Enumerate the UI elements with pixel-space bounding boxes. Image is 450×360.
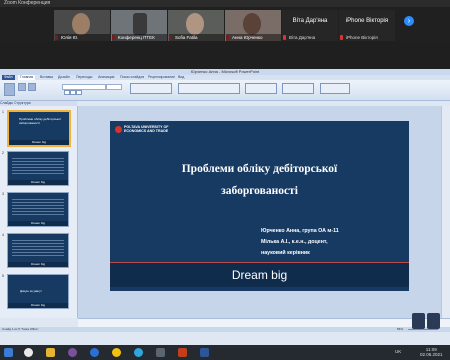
zoom-window-title: Zoom Конференция	[0, 0, 450, 7]
arrange-icon[interactable]	[245, 83, 277, 94]
font-size-field[interactable]	[106, 84, 122, 90]
zoom-slider[interactable]	[408, 329, 438, 330]
participant-display-name: iPhone Вікторія	[345, 18, 389, 24]
ribbon	[0, 80, 450, 101]
participant-video	[186, 13, 204, 35]
status-bar: Слайд 1 из 5 "Тема Office" 56%	[0, 327, 450, 332]
participant-video	[243, 13, 261, 35]
author-line: науковий керівник	[261, 250, 310, 256]
participant-tile[interactable]: Конференц ПТЕК	[111, 10, 167, 41]
slide-thumbnail[interactable]: Dream big	[7, 151, 69, 186]
find-replace-icon[interactable]	[320, 83, 350, 94]
participant-display-name: Віта Дар'яна	[292, 18, 328, 24]
word-icon[interactable]	[200, 348, 209, 357]
participant-name: Sofia Fatila	[169, 34, 224, 41]
quick-styles-icon[interactable]	[282, 83, 314, 94]
slide-title-line: заборгованості	[221, 185, 298, 197]
slide-thumbnail[interactable]: Проблеми обліку дебіторської заборговано…	[7, 110, 71, 147]
thumbnail-footer: Dream big	[8, 262, 68, 267]
thumbnail-title: Проблеми обліку дебіторської заборговано…	[19, 117, 61, 125]
university-name-line: ECONOMICS AND TRADE	[124, 129, 169, 134]
main-slide[interactable]: POLTAVA UNIVERSITY OF ECONOMICS AND TRAD…	[110, 121, 409, 291]
participant-video	[72, 13, 90, 35]
slide-number: 5	[2, 274, 4, 278]
new-slide-icon[interactable]	[18, 83, 26, 91]
slide-number: 4	[2, 233, 4, 237]
chrome-icon[interactable]	[112, 348, 121, 357]
fit-slide-icon[interactable]	[427, 313, 440, 329]
slide-title-line: Проблеми обліку дебіторської	[181, 163, 338, 175]
skype-icon[interactable]	[90, 348, 99, 357]
slide-authors[interactable]: Юрченко Анна, група ОА м-11 Мілька А.І.,…	[261, 226, 339, 259]
thumbnail-footer: Dream big	[8, 303, 68, 308]
thumbnail-text-lines	[12, 238, 64, 258]
participant-tile[interactable]: Sofia Fatila	[168, 10, 224, 41]
participant-name: Анна Юрченко	[226, 34, 281, 41]
participant-video	[133, 13, 147, 35]
thumbnail-footer: Dream big	[8, 180, 68, 185]
slide-number: 2	[2, 151, 4, 155]
slide-number: 3	[2, 192, 4, 196]
slide-slogan: Dream big	[231, 268, 288, 282]
thumbnail-text-lines	[12, 197, 64, 217]
status-text: Слайд 1 из 5 "Тема Office"	[2, 327, 39, 331]
paste-icon[interactable]	[4, 83, 15, 96]
slide-title[interactable]: Проблеми обліку дебіторської заборговано…	[110, 158, 409, 202]
participant-tile[interactable]: Віта Дар'яна Віта Дар'яна	[282, 10, 338, 41]
participant-name: Віта Дар'яна	[289, 35, 316, 40]
clock-date: 02.06.2021	[420, 352, 443, 357]
thumbnail-footer: Dream big	[8, 221, 68, 226]
paragraph-group[interactable]	[130, 83, 172, 94]
slide-thumbnail[interactable]: Dream big	[7, 233, 69, 268]
participant-name: Конференц ПТЕК	[112, 34, 167, 41]
windows-taskbar: UK 11:09 02.06.2021	[0, 345, 450, 360]
slide-thumbnails-panel[interactable]: 1 Проблеми обліку дебіторської заборгова…	[0, 106, 78, 318]
zoom-app-icon[interactable]	[156, 348, 165, 357]
participant-tile[interactable]: Юлія Ю.	[54, 10, 110, 41]
participant-name: Юлія Ю.	[55, 34, 110, 41]
folder-icon[interactable]	[46, 348, 55, 357]
telegram-icon[interactable]	[134, 348, 143, 357]
participant-name: iPhone Вікторія	[346, 35, 378, 40]
layout-icon[interactable]	[28, 83, 36, 91]
university-name: POLTAVA UNIVERSITY OF ECONOMICS AND TRAD…	[124, 125, 168, 133]
vertical-scrollbar[interactable]	[441, 106, 450, 318]
drawing-shapes[interactable]	[178, 83, 240, 94]
start-icon[interactable]	[4, 348, 13, 357]
thumbnail-footer: Dream big	[9, 140, 69, 145]
thumbnail-text-lines	[12, 156, 64, 176]
underline-icon[interactable]	[76, 90, 82, 95]
language-indicator[interactable]: UK	[395, 349, 401, 354]
participant-tile[interactable]: Анна Юрченко	[225, 10, 281, 41]
zoom-level[interactable]: 56%	[397, 327, 403, 332]
slide-number: 1	[2, 110, 4, 114]
university-logo-icon	[115, 126, 122, 133]
viber-icon[interactable]	[68, 348, 77, 357]
edge-icon[interactable]	[24, 348, 33, 357]
powerpoint-icon[interactable]	[178, 348, 187, 357]
author-line: Мілька А.І., к.е.н., доцент,	[261, 239, 328, 245]
participant-strip: Юлія Ю. Конференц ПТЕК Sofia Fatila Анна…	[0, 7, 450, 42]
slide-thumbnail[interactable]: Dream big	[7, 192, 69, 227]
author-line: Юрченко Анна, група ОА м-11	[261, 228, 339, 234]
thumbnail-title: Дякую за увагу!	[20, 289, 42, 293]
chevron-right-icon[interactable]: ›	[404, 16, 414, 26]
slide-sorter-icon[interactable]	[412, 313, 425, 329]
slide-thumbnail[interactable]: Дякую за увагу! Dream big	[7, 274, 69, 309]
system-clock[interactable]: 11:09 02.06.2021	[420, 347, 443, 357]
participant-tile[interactable]: iPhone Вікторія iPhone Вікторія	[339, 10, 395, 41]
